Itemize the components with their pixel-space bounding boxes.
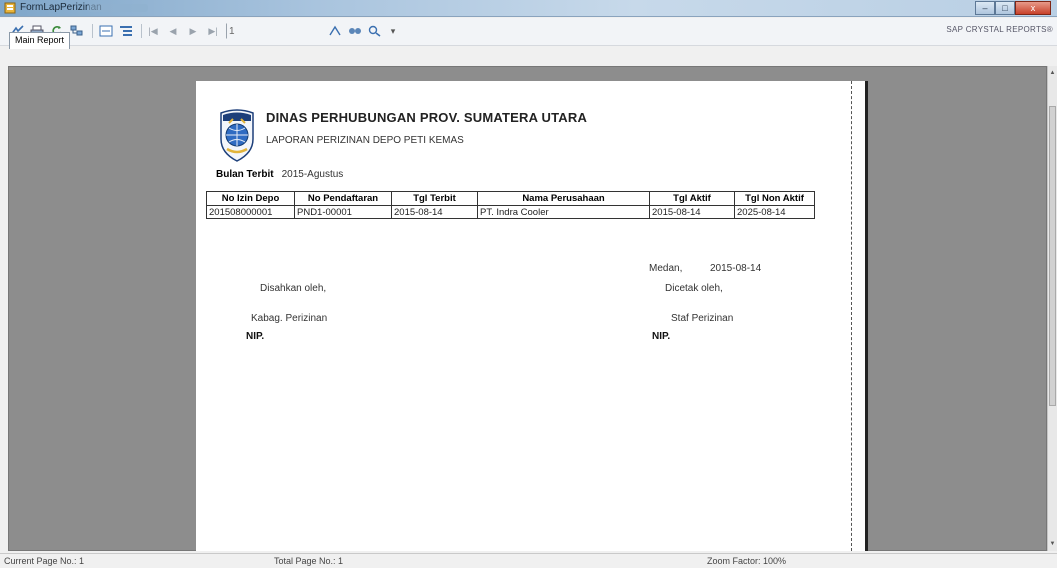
column-header: Tgl Terbit (391, 191, 478, 206)
approver-nip: NIP. (246, 331, 265, 342)
table-row: 201508000001 PND1-00001 2015-08-14 PT. I… (206, 205, 815, 219)
printer-position: Staf Perizinan (671, 313, 734, 324)
report-page: DINAS PERHUBUNGAN PROV. SUMATERA UTARA L… (196, 81, 868, 551)
report-title: LAPORAN PERIZINAN DEPO PETI KEMAS (266, 135, 464, 146)
previous-page-icon[interactable]: ◀ (166, 23, 180, 39)
next-page-icon[interactable]: ▶ (186, 23, 200, 39)
toggle-group-tree-icon[interactable] (68, 23, 86, 39)
table-cell: 2025-08-14 (734, 205, 815, 219)
approved-by-label: Disahkan oleh, (260, 283, 327, 294)
maximize-button[interactable]: □ (995, 1, 1015, 15)
total-page-status: Total Page No.: 1 (274, 556, 344, 566)
last-page-icon[interactable]: ▶| (206, 23, 220, 39)
minimize-button[interactable]: – (975, 1, 995, 15)
printer-nip: NIP. (652, 331, 671, 342)
bulan-terbit-label: Bulan Terbit (216, 169, 274, 180)
toolbar-separator (92, 24, 93, 38)
column-header: Nama Perusahaan (477, 191, 650, 206)
zoom-icon[interactable] (366, 23, 384, 39)
scroll-up-icon[interactable]: ▲ (1048, 68, 1057, 78)
table-cell: PND1-00001 (294, 205, 392, 219)
column-header: Tgl Aktif (649, 191, 735, 206)
column-header: No Pendaftaran (294, 191, 392, 206)
scroll-down-icon[interactable]: ▼ (1048, 539, 1057, 549)
find-icon[interactable] (346, 23, 364, 39)
go-to-page-icon[interactable] (326, 23, 344, 39)
close-button[interactable]: x (1015, 1, 1051, 15)
toggle-parameter-panel-icon[interactable] (97, 23, 115, 39)
margin-guide (851, 81, 852, 551)
brand-label: SAP CRYSTAL REPORTS® (946, 25, 1053, 34)
toolbar-separator (141, 24, 142, 38)
column-header: No Izin Depo (206, 191, 295, 206)
organization-name: DINAS PERHUBUNGAN PROV. SUMATERA UTARA (266, 110, 588, 125)
vertical-scrollbar[interactable]: ▲ ▼ (1047, 66, 1057, 551)
zoom-status: Zoom Factor: 100% (707, 556, 787, 566)
place-date: 2015-08-14 (710, 263, 762, 274)
app-icon (4, 2, 16, 14)
bulan-terbit: Bulan Terbit 2015-Agustus (216, 169, 343, 180)
first-page-icon[interactable]: |◀ (146, 23, 160, 39)
table-cell: 201508000001 (206, 205, 295, 219)
table-header-row: No Izin Depo No Pendaftaran Tgl Terbit N… (206, 191, 815, 206)
status-bar: Current Page No.: 1 Total Page No.: 1 Zo… (0, 553, 1057, 568)
group-tree-icon[interactable] (117, 23, 135, 39)
tab-main-report[interactable]: Main Report (9, 32, 71, 49)
place-label: Medan, (649, 263, 683, 274)
title-bar: FormLapPerizinan – □ x (0, 0, 1057, 17)
scrollbar-thumb[interactable] (1049, 106, 1056, 406)
title-bar-decoration (88, 4, 148, 12)
printed-by-label: Dicetak oleh, (665, 283, 723, 294)
current-page-status: Current Page No.: 1 (4, 556, 85, 566)
table-cell: 2015-08-14 (649, 205, 735, 219)
column-header: Tgl Non Aktif (734, 191, 815, 206)
window-controls: – □ x (975, 1, 1051, 15)
report-table: No Izin Depo No Pendaftaran Tgl Terbit N… (206, 191, 815, 219)
table-cell: PT. Indra Cooler (477, 205, 650, 219)
zoom-dropdown-icon[interactable]: ▾ (386, 23, 400, 39)
table-cell: 2015-08-14 (391, 205, 478, 219)
approver-position: Kabag. Perizinan (251, 313, 328, 324)
dishub-logo-icon (220, 109, 254, 162)
page-number-input[interactable] (226, 23, 280, 39)
viewer-toolbar: |◀ ◀ ▶ ▶| ▾ SAP CRYSTAL REPORTS® (0, 18, 1057, 46)
bulan-terbit-value: 2015-Agustus (281, 169, 344, 180)
